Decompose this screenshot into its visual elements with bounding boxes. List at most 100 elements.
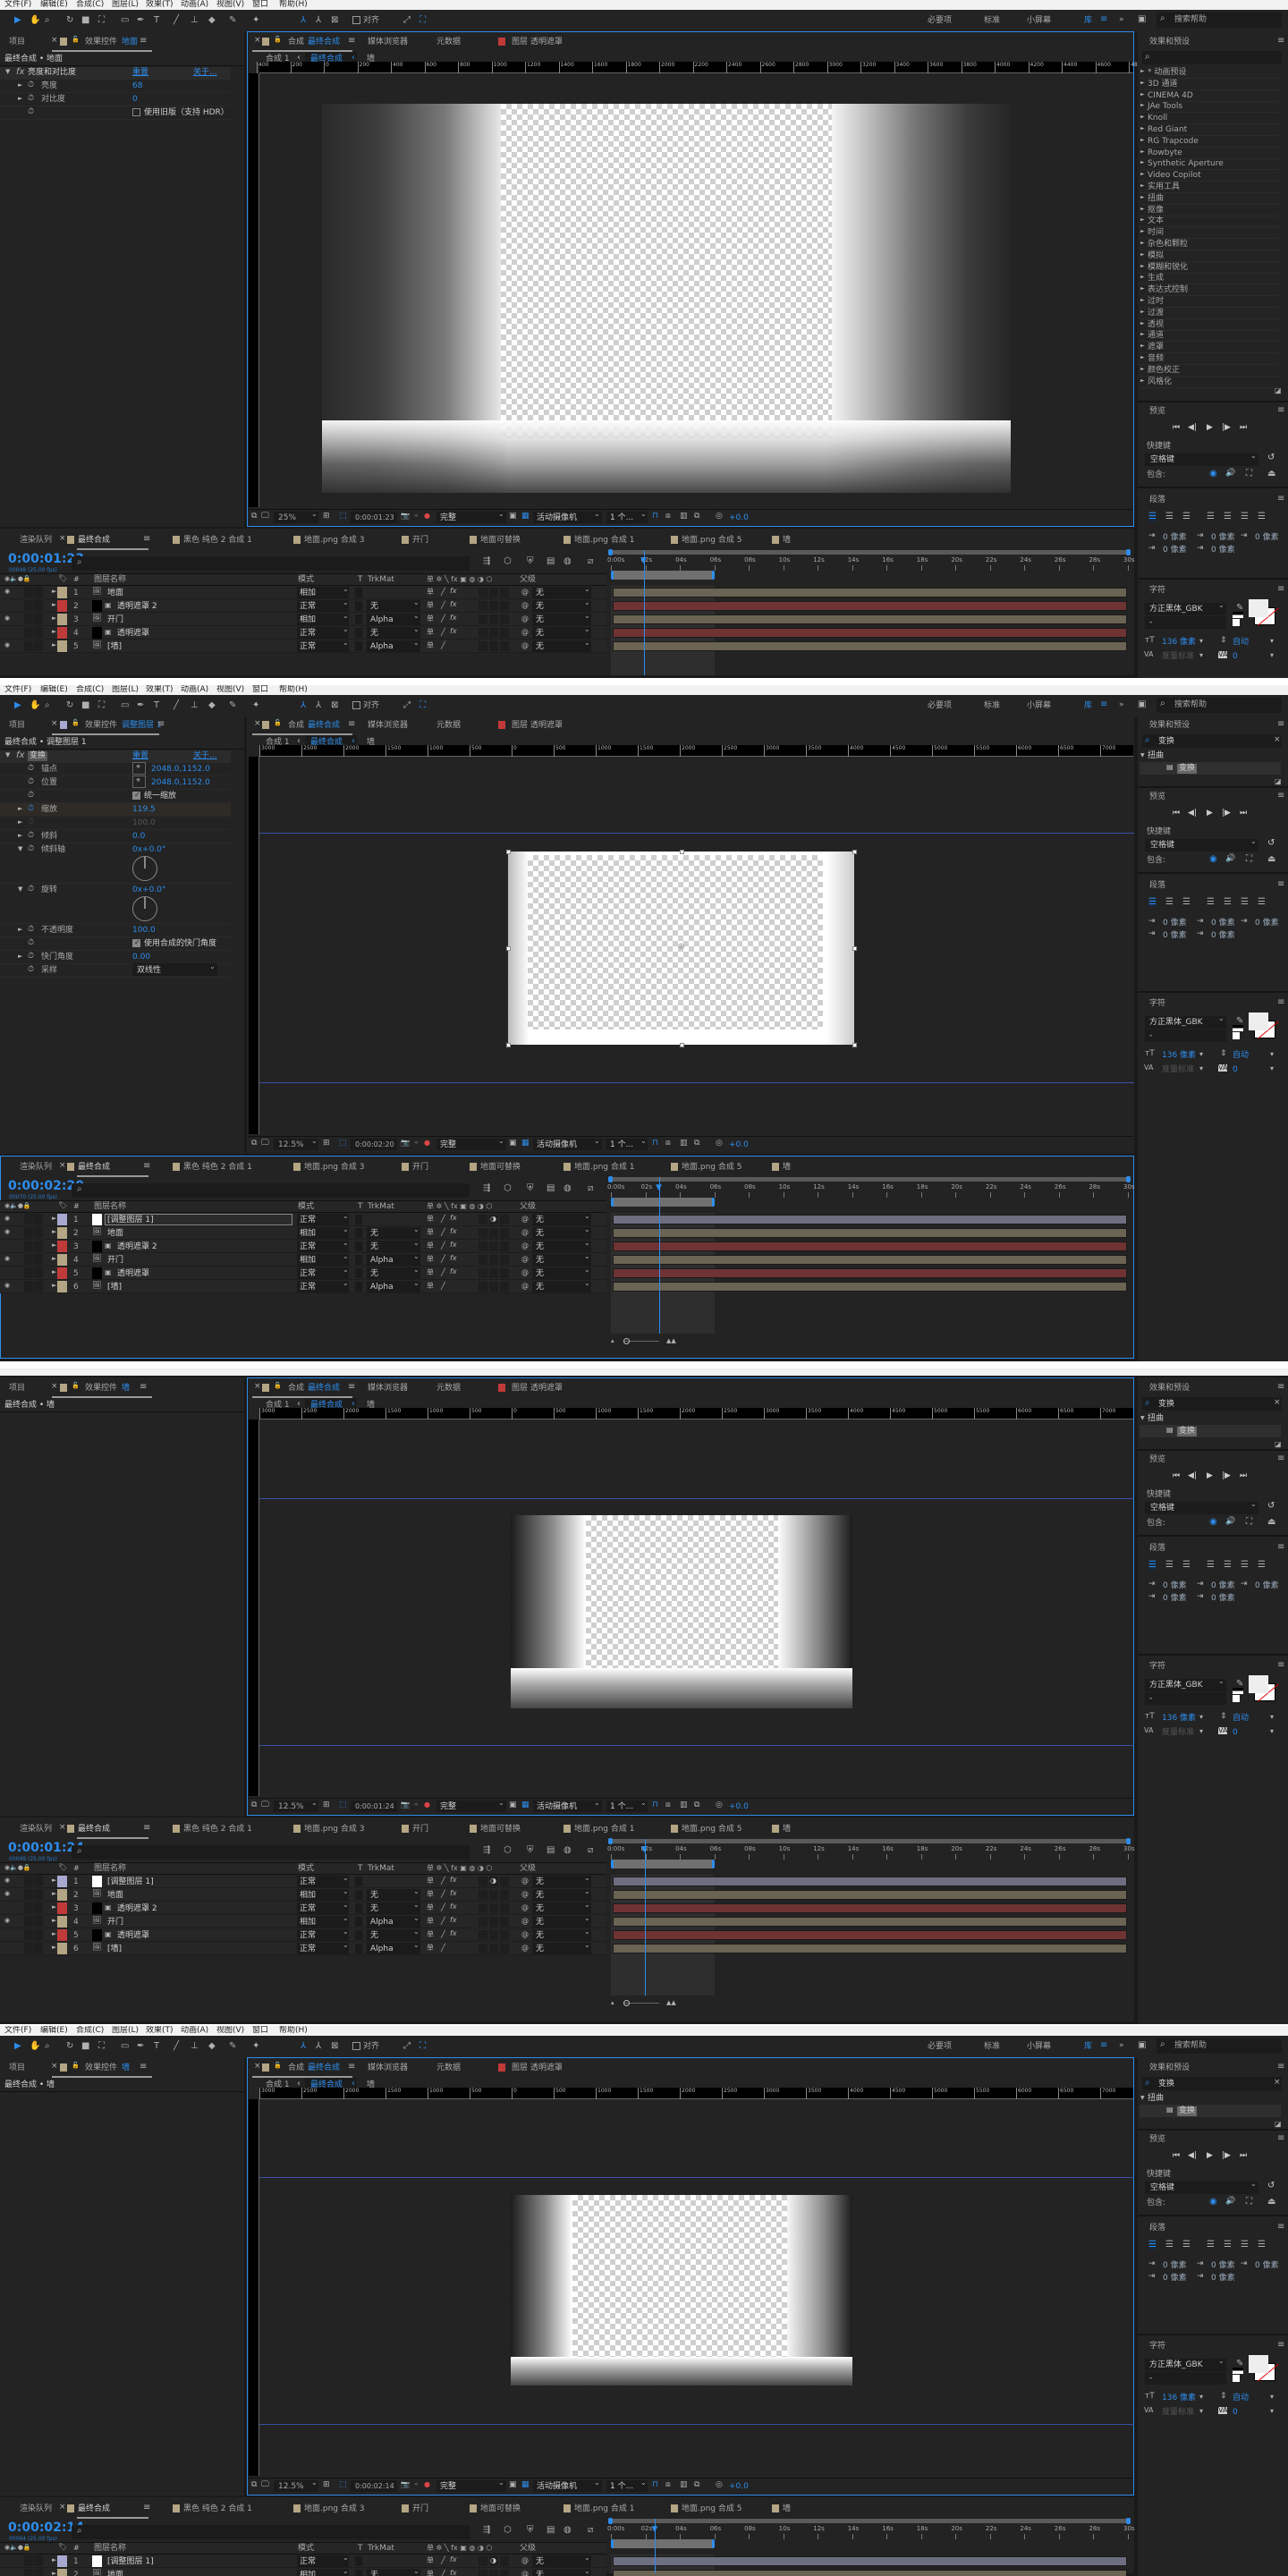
expand-triangle-icon[interactable]: ► — [1140, 103, 1145, 108]
layer-name[interactable]: 地面 — [107, 1230, 123, 1238]
visibility-eye-icon[interactable]: ◉ — [4, 1256, 10, 1262]
layer-switch[interactable] — [479, 614, 487, 624]
font-style-value[interactable]: - — [1149, 619, 1152, 627]
snapshot-icon[interactable]: 📷 — [401, 1801, 410, 1809]
expand-layer-icon[interactable]: ► — [52, 629, 56, 635]
shy-switch-icon[interactable]: 单 — [427, 629, 434, 636]
layer-label-color[interactable] — [57, 1267, 67, 1279]
local-axis-icon[interactable]: ⅄ — [301, 2042, 306, 2051]
leading-value[interactable]: 自动 — [1233, 1052, 1249, 1060]
layer-mode[interactable]: 正常 — [300, 1284, 316, 1292]
transform-handle[interactable] — [852, 946, 857, 951]
expand-triangle-icon[interactable]: ► — [18, 927, 22, 933]
layer-trkmat[interactable]: 无 — [370, 1932, 378, 1940]
always-preview-icon[interactable]: ⧉ — [251, 2481, 257, 2489]
shy-switch-icon[interactable]: 单 — [427, 2557, 434, 2564]
layer-parent[interactable]: 无 — [536, 1945, 544, 1953]
camera-tool-icon[interactable]: ■ — [81, 16, 89, 25]
expand-layer-icon[interactable]: ► — [52, 602, 56, 608]
indent-value[interactable]: 0 像素 — [1163, 932, 1187, 940]
effects-category[interactable]: 扭曲 — [1148, 1415, 1164, 1423]
clear-search-icon[interactable]: × — [1274, 736, 1281, 744]
previous-frame-icon[interactable]: ◀| — [1188, 809, 1197, 818]
shy-switch-icon[interactable]: 单 — [427, 615, 434, 623]
layer-duration-bar[interactable] — [613, 1944, 1127, 1953]
layer-mode[interactable]: 正常 — [300, 1878, 316, 1886]
fast-preview-icon[interactable]: ⧈ — [665, 513, 671, 521]
draft-3d-icon[interactable]: ⬡ — [504, 2526, 512, 2535]
brush-tool-icon[interactable]: ╱ — [174, 701, 179, 710]
eraser-tool-icon[interactable]: ◆ — [208, 701, 216, 710]
solo-toggle[interactable] — [34, 1902, 43, 1913]
layer-trkmat[interactable]: 无 — [370, 1270, 378, 1278]
workspace-library[interactable]: 库 — [1084, 2043, 1092, 2051]
collapse-triangle-icon[interactable]: ▼ — [18, 846, 22, 852]
justify-last-left-icon[interactable]: ☰ — [1207, 1561, 1215, 1570]
effects-category[interactable]: JAe Tools — [1148, 103, 1182, 111]
panel-menu-icon[interactable]: ≡ — [348, 1383, 355, 1392]
indent-value[interactable]: 0 像素 — [1163, 919, 1187, 928]
layer-name[interactable]: 地面 — [107, 589, 123, 597]
camera-tool-icon[interactable]: ■ — [81, 701, 89, 710]
font-style-dropdown[interactable] — [1145, 616, 1226, 629]
composition-mini-flowchart-icon[interactable]: ⇶ — [483, 1846, 490, 1855]
quality-switch-icon[interactable]: ╱ — [441, 1269, 445, 1276]
grid-guides-icon[interactable]: ⊞ — [323, 1801, 330, 1809]
expand-triangle-icon[interactable]: ► — [1140, 217, 1145, 223]
layer-mode[interactable]: 正常 — [300, 2558, 316, 2566]
preserve-transparency-toggle[interactable] — [355, 1241, 362, 1251]
param-value[interactable]: 100.0 — [132, 927, 156, 935]
stopwatch-icon[interactable]: ⏱ — [28, 81, 34, 89]
indent-value[interactable]: 0 像素 — [1163, 1582, 1187, 1590]
overlay-icon[interactable]: ⛶ — [1246, 1518, 1252, 1527]
pick-whip-icon[interactable]: @ — [521, 615, 529, 623]
effect-switch-icon[interactable]: fx — [450, 1241, 457, 1249]
tab-layer-name[interactable]: 透明遮罩 — [530, 2064, 563, 2072]
effect-switch-icon[interactable]: fx — [450, 1255, 457, 1262]
effects-category[interactable]: 通道 — [1148, 332, 1164, 340]
preserve-transparency-toggle[interactable] — [355, 1215, 362, 1224]
indent-value[interactable]: 0 像素 — [1211, 1582, 1235, 1590]
time-navigator[interactable] — [608, 1838, 1131, 1844]
preserve-transparency-toggle[interactable] — [355, 588, 362, 597]
indent-value[interactable]: 0 像素 — [1255, 919, 1279, 928]
hide-shy-layers-icon[interactable]: ⛨ — [527, 1184, 534, 1193]
panel-menu-icon[interactable]: ≡ — [143, 1162, 150, 1171]
align-center-icon[interactable]: ☰ — [1165, 513, 1174, 521]
visibility-toggle[interactable] — [4, 2556, 13, 2566]
panel-menu-icon[interactable]: ≡ — [348, 2063, 355, 2072]
font-style-dropdown[interactable] — [1145, 1030, 1226, 1042]
play-icon[interactable]: ▶ — [1207, 1472, 1213, 1480]
pen-tool-icon[interactable]: ✒ — [137, 2042, 144, 2051]
text-tool-icon[interactable]: T — [154, 16, 159, 25]
timeline-tab[interactable]: 墙 — [783, 2505, 791, 2513]
zoom-tool-icon[interactable]: ⌕ — [45, 701, 50, 710]
font-style-dropdown[interactable] — [1145, 2372, 1226, 2385]
playhead-handle-icon[interactable]: ▼ — [640, 557, 647, 565]
visibility-eye-icon[interactable]: ◉ — [4, 1283, 10, 1289]
snap-options-icon[interactable]: ⛶ — [419, 2042, 426, 2051]
stopwatch-icon[interactable]: ⏱ — [28, 108, 34, 116]
visibility-toggle[interactable] — [4, 2570, 13, 2576]
loop-icon[interactable]: ◉ — [1209, 470, 1217, 479]
solo-toggle[interactable] — [34, 2555, 43, 2566]
layer-label-color[interactable] — [57, 627, 67, 639]
pick-whip-icon[interactable]: @ — [521, 1283, 529, 1290]
workspace-0[interactable]: 必要项 — [928, 17, 952, 25]
visibility-eye-icon[interactable]: ◉ — [4, 1918, 10, 1924]
camera-value[interactable]: 活动摄像机 — [537, 1803, 577, 1811]
align-center-icon[interactable]: ☰ — [1165, 1561, 1174, 1570]
motion-blur-icon[interactable]: ◍ — [564, 1846, 572, 1855]
layer-switch[interactable] — [489, 601, 498, 611]
shy-switch-icon[interactable]: 单 — [427, 1918, 434, 1925]
fast-previews-icon[interactable]: ▣ — [509, 513, 517, 521]
effects-category[interactable]: 模拟 — [1148, 251, 1164, 260]
layer-duration-bar[interactable] — [613, 628, 1127, 638]
no-color-swatch[interactable] — [1233, 619, 1240, 626]
rotate-tool-icon[interactable]: ↻ — [66, 16, 73, 25]
pick-whip-icon[interactable]: @ — [521, 1945, 529, 1952]
align-left-icon[interactable]: ☰ — [1148, 1561, 1157, 1570]
layer-switch[interactable] — [489, 1944, 498, 1953]
panel-menu-icon[interactable]: ≡ — [1277, 2134, 1284, 2143]
font-style-value[interactable]: - — [1149, 1032, 1152, 1040]
